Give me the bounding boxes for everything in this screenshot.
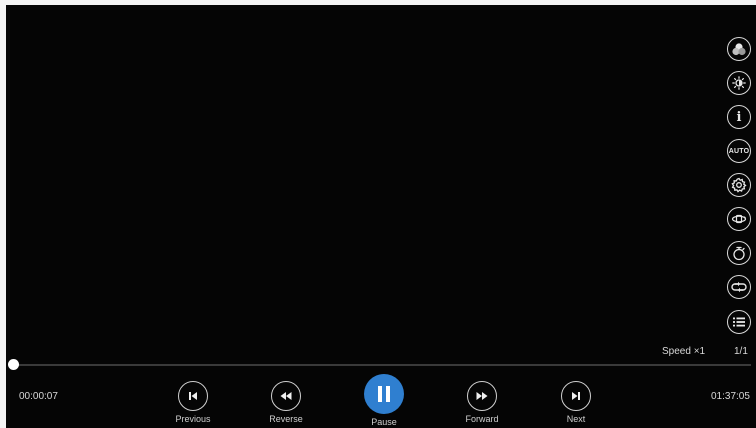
next-icon [561, 381, 591, 411]
rewind-icon [271, 381, 301, 411]
next-label: Next [566, 414, 586, 424]
progress-thumb[interactable] [7, 359, 19, 370]
playlist-button[interactable] [727, 310, 751, 334]
rotate-3d-icon [731, 212, 747, 226]
loop-button[interactable] [727, 275, 751, 299]
timer-icon [732, 246, 746, 261]
rotate-3d-button[interactable] [727, 207, 751, 231]
current-time: 00:00:07 [19, 391, 58, 402]
brightness-icon [732, 76, 746, 90]
auto-button[interactable]: AUTO [727, 139, 751, 163]
info-icon: i [736, 109, 742, 125]
speed-indicator[interactable]: Speed ×1 [662, 346, 705, 357]
timer-button[interactable] [727, 241, 751, 265]
pause-button[interactable]: Pause [354, 374, 414, 427]
pause-icon [364, 374, 404, 414]
auto-icon: AUTO [728, 147, 750, 155]
forward-button[interactable]: Forward [452, 381, 512, 424]
next-button[interactable]: Next [546, 381, 606, 424]
fast-forward-icon [467, 381, 497, 411]
settings-button[interactable] [727, 173, 751, 197]
loop-icon [731, 281, 747, 293]
pause-label: Pause [371, 417, 397, 427]
total-time: 01:37:05 [711, 391, 750, 402]
forward-label: Forward [465, 414, 499, 424]
settings-gear-icon [731, 177, 747, 193]
color-adjust-button[interactable] [727, 37, 751, 61]
playlist-icon [732, 316, 746, 328]
previous-icon [178, 381, 208, 411]
color-adjust-icon [731, 42, 747, 56]
previous-label: Previous [175, 414, 211, 424]
info-button[interactable]: i [727, 105, 751, 129]
previous-button[interactable]: Previous [163, 381, 223, 424]
reverse-button[interactable]: Reverse [256, 381, 316, 424]
brightness-button[interactable] [727, 71, 751, 95]
progress-track[interactable] [12, 364, 751, 366]
reverse-label: Reverse [269, 414, 303, 424]
page-counter: 1/1 [734, 346, 748, 357]
